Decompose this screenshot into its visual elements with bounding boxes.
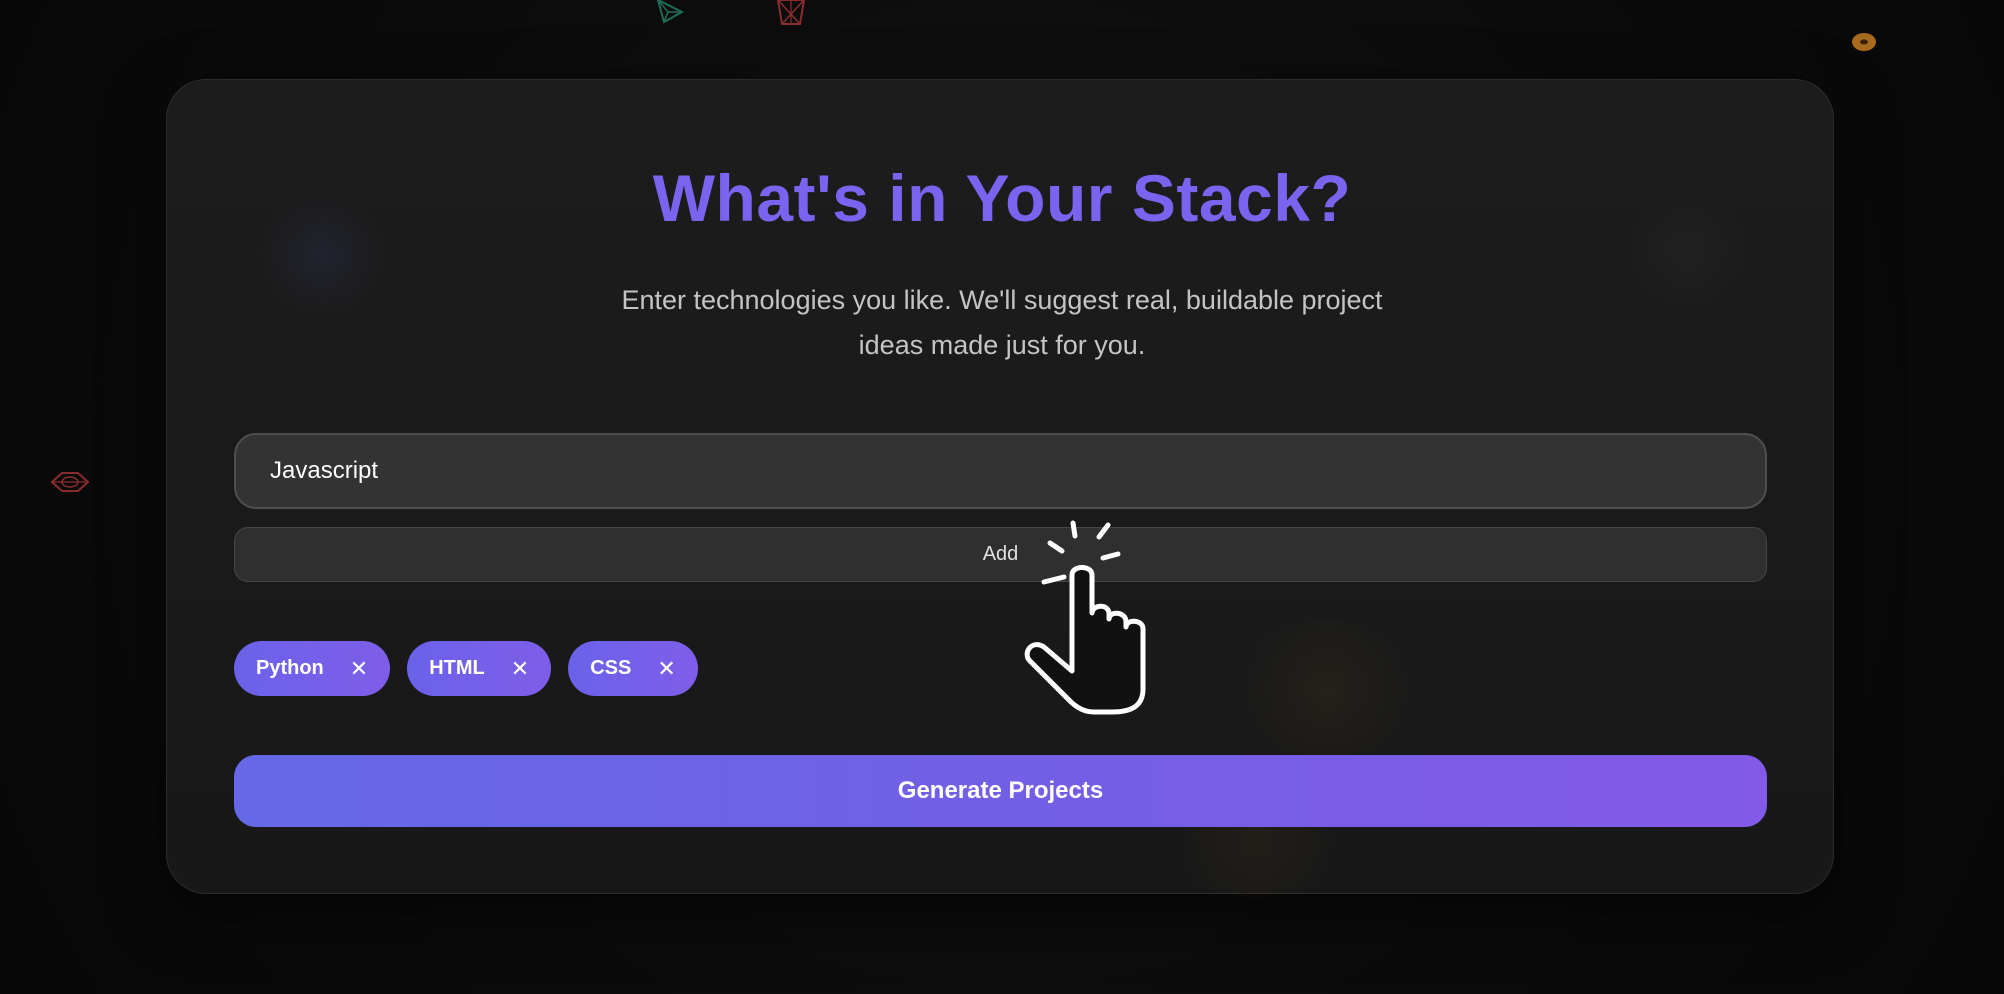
page-background: What's in Your Stack? Enter technologies… (0, 0, 2004, 994)
tag-label: CSS (590, 657, 632, 679)
close-icon[interactable]: ✕ (511, 657, 529, 680)
tag-label: HTML (429, 657, 485, 679)
generate-projects-button[interactable]: Generate Projects (234, 755, 1767, 827)
close-icon[interactable]: ✕ (657, 657, 675, 680)
wireframe-cube-icon (776, 0, 806, 25)
technology-input[interactable] (234, 433, 1767, 509)
donut-icon (1852, 33, 1876, 51)
tag-html: HTML ✕ (407, 641, 552, 696)
page-title: What's in Your Stack? (652, 161, 1352, 235)
ambient-glow (1227, 620, 1427, 760)
close-icon[interactable]: ✕ (350, 657, 368, 680)
page-subtitle: Enter technologies you like. We'll sugge… (621, 285, 1383, 360)
wireframe-eye-icon (50, 472, 90, 492)
wireframe-triangle-icon (656, 0, 685, 24)
tag-css: CSS ✕ (568, 641, 698, 696)
tag-label: Python (256, 657, 324, 679)
tag-python: Python ✕ (234, 641, 391, 696)
tag-list: Python ✕ HTML ✕ CSS ✕ (234, 641, 698, 696)
add-button[interactable]: Add (234, 527, 1767, 582)
